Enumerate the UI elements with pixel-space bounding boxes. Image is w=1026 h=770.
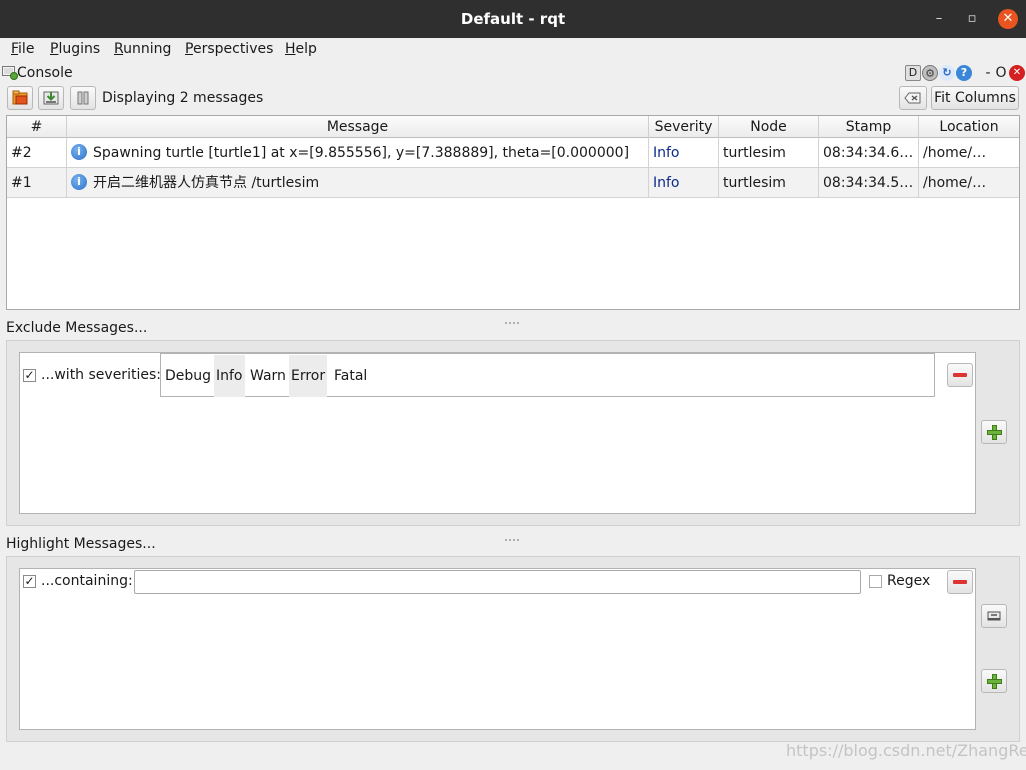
row-stamp: 08:34:34.6…: [819, 138, 919, 168]
highlight-section: ✓ ...containing: Regex: [6, 556, 1020, 742]
plugin-title: Console: [17, 65, 73, 81]
row-severity: Info: [649, 138, 719, 168]
column-header-stamp[interactable]: Stamp: [819, 116, 919, 138]
column-header-message[interactable]: Message: [67, 116, 649, 138]
maximize-icon[interactable]: ▫: [963, 10, 981, 28]
exclude-section-title: Exclude Messages...: [6, 320, 148, 336]
exclude-filter-list: ✓ ...with severities: Debug Info Warn Er…: [19, 352, 976, 514]
splitter-handle[interactable]: [505, 529, 521, 541]
pause-icon: [77, 91, 89, 105]
table-row[interactable]: #2 i Spawning turtle [turtle1] at x=[9.85…: [7, 138, 1019, 168]
highlight-section-title: Highlight Messages...: [6, 536, 156, 552]
remove-exclude-filter-button[interactable]: [947, 363, 973, 387]
eraser-icon: [987, 611, 1001, 621]
add-exclude-filter-button[interactable]: [981, 420, 1007, 444]
clear-icon: [904, 92, 921, 104]
close-plugin-icon[interactable]: ✕: [1009, 65, 1025, 81]
row-node: turtlesim: [719, 138, 819, 168]
plugin-header: Console D ⚙ ↻ ? - O ✕: [0, 64, 1026, 84]
float-plugin-icon[interactable]: O: [993, 65, 1009, 81]
table-row[interactable]: #1 i 开启二维机器人仿真节点 /turtlesim Info turtlesi…: [7, 168, 1019, 198]
clear-button[interactable]: [899, 86, 927, 110]
minimize-icon[interactable]: –: [930, 10, 948, 28]
severity-option-debug[interactable]: Debug: [163, 355, 213, 397]
row-location: /home/…: [923, 175, 987, 191]
column-header-severity[interactable]: Severity: [649, 116, 719, 138]
reload-icon[interactable]: ↻: [939, 65, 955, 81]
row-number: #1: [7, 168, 67, 198]
help-icon[interactable]: ?: [956, 65, 972, 81]
remove-highlight-filter-button[interactable]: [947, 570, 973, 594]
severity-option-warn[interactable]: Warn: [248, 355, 288, 397]
regex-label: Regex: [887, 573, 931, 589]
menu-plugins[interactable]: Plugins: [50, 41, 100, 57]
menubar: File Plugins Running Perspectives Help: [0, 38, 1026, 62]
row-stamp: 08:34:34.5…: [819, 168, 919, 198]
column-header-location[interactable]: Location: [919, 116, 1019, 138]
close-icon[interactable]: ✕: [998, 9, 1018, 29]
severity-option-error[interactable]: Error: [289, 355, 328, 397]
message-count-label: Displaying 2 messages: [102, 90, 264, 106]
severity-filter-label: ...with severities:: [41, 367, 161, 383]
menu-running[interactable]: Running: [114, 41, 171, 57]
exclude-section: ✓ ...with severities: Debug Info Warn Er…: [6, 340, 1020, 526]
text-filter-checkbox[interactable]: ✓: [23, 575, 36, 588]
pause-button[interactable]: [70, 86, 96, 110]
save-icon: [43, 91, 59, 105]
column-header-number[interactable]: #: [7, 116, 67, 138]
severity-option-fatal[interactable]: Fatal: [332, 355, 369, 397]
menu-help[interactable]: Help: [285, 41, 317, 57]
row-number: #2: [7, 138, 67, 168]
row-node: turtlesim: [719, 168, 819, 198]
watermark: https://blog.csdn.net/ZhangRelay: [786, 741, 1026, 760]
info-icon: i: [71, 173, 87, 190]
window-title: Default - rqt: [460, 10, 566, 28]
console-toolbar: Displaying 2 messages Fit Columns: [0, 86, 1026, 112]
console-plugin-icon: [2, 66, 18, 80]
splitter-handle[interactable]: [505, 312, 521, 324]
severity-filter-checkbox[interactable]: ✓: [23, 369, 36, 382]
clear-highlight-button[interactable]: [981, 604, 1007, 628]
row-message: i 开启二维机器人仿真节点 /turtlesim: [67, 168, 649, 198]
menu-perspectives[interactable]: Perspectives: [185, 41, 273, 57]
table-header: # Message Severity Node Stamp Location: [7, 116, 1019, 138]
menu-file[interactable]: File: [11, 41, 34, 57]
severity-option-info[interactable]: Info: [214, 355, 245, 397]
folder-open-icon: [12, 90, 28, 105]
gear-icon[interactable]: ⚙: [922, 65, 938, 81]
save-button[interactable]: [38, 86, 64, 110]
row-message: i Spawning turtle [turtle1] at x=[9.85555…: [67, 138, 649, 168]
severity-list[interactable]: Debug Info Warn Error Fatal: [160, 353, 935, 397]
add-highlight-filter-button[interactable]: [981, 669, 1007, 693]
column-header-node[interactable]: Node: [719, 116, 819, 138]
messages-table[interactable]: # Message Severity Node Stamp Location #…: [6, 115, 1020, 310]
info-icon: i: [71, 143, 87, 160]
text-filter-label: ...containing:: [41, 573, 133, 589]
highlight-filter-list: ✓ ...containing: Regex: [19, 568, 976, 730]
regex-checkbox[interactable]: [869, 575, 882, 588]
window-titlebar: Default - rqt – ▫ ✕: [0, 0, 1026, 38]
text-filter-row: ✓ ...containing: Regex: [20, 569, 975, 595]
highlight-text-input[interactable]: [134, 570, 861, 594]
fit-columns-button[interactable]: Fit Columns: [931, 86, 1019, 110]
row-severity: Info: [649, 168, 719, 198]
row-location: /home/…: [923, 145, 987, 161]
open-file-button[interactable]: [7, 86, 33, 110]
dock-icon[interactable]: D: [905, 65, 921, 81]
severity-filter-row: ✓ ...with severities: Debug Info Warn Er…: [20, 353, 975, 397]
